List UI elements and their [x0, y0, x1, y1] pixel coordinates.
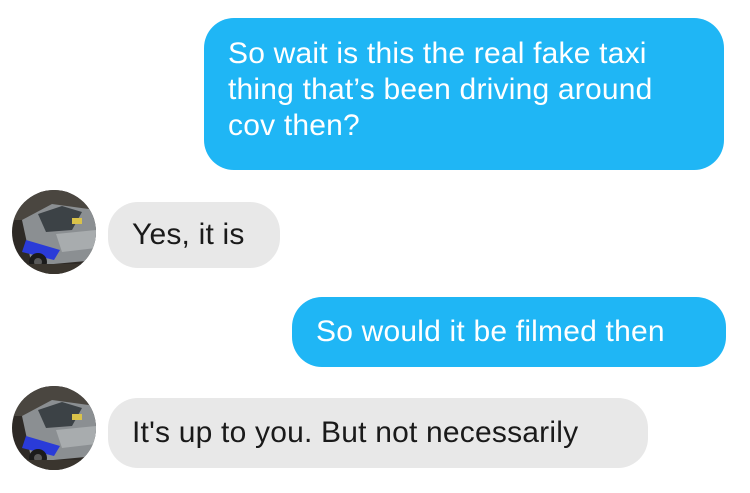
- outgoing-message-bubble[interactable]: So wait is this the real fake taxi thing…: [204, 18, 724, 170]
- message-thread: So wait is this the real fake taxi thing…: [0, 0, 750, 493]
- outgoing-message-bubble[interactable]: So would it be filmed then: [292, 297, 726, 367]
- contact-avatar[interactable]: [12, 190, 96, 274]
- incoming-message-bubble[interactable]: It's up to you. But not necessarily: [108, 398, 648, 468]
- taxi-photo-avatar-icon: [12, 386, 96, 470]
- taxi-photo-avatar-icon: [12, 190, 96, 274]
- contact-avatar[interactable]: [12, 386, 96, 470]
- incoming-message-bubble[interactable]: Yes, it is: [108, 202, 280, 268]
